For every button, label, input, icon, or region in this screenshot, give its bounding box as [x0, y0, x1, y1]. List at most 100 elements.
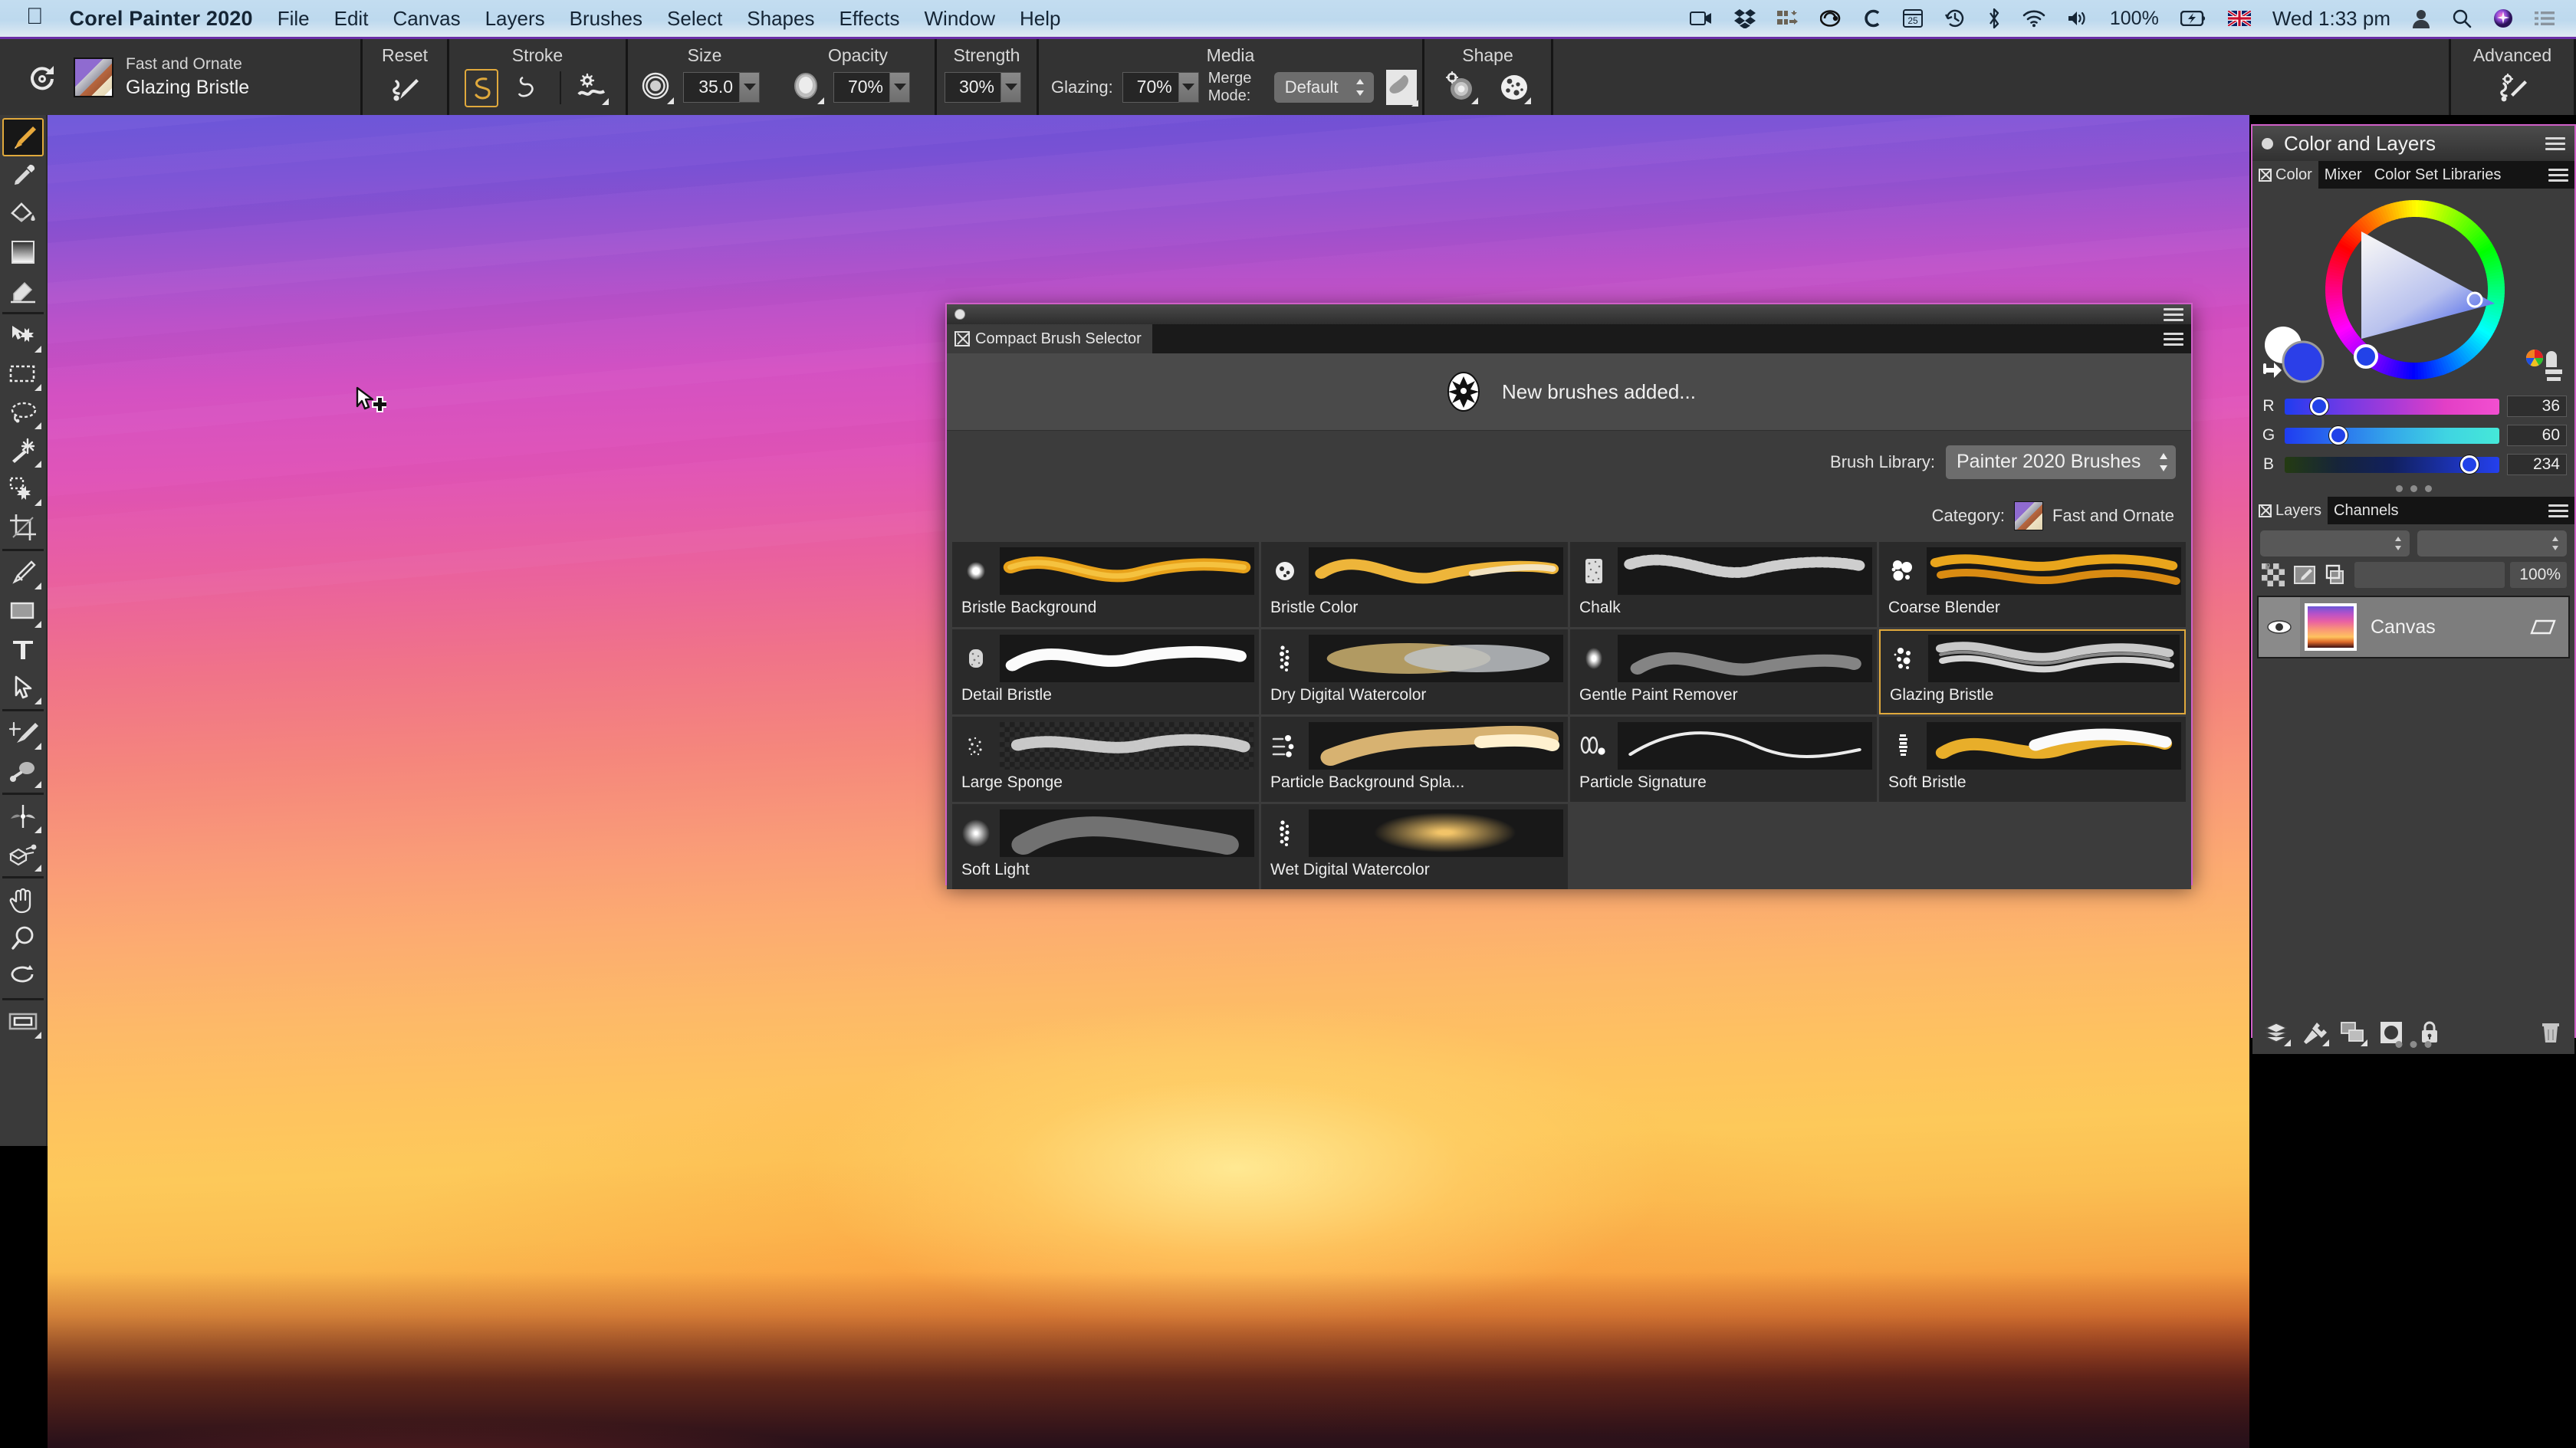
screen-mode-tool[interactable] — [2, 1003, 44, 1041]
brush-item-large-sponge[interactable]: Large Sponge — [952, 717, 1259, 802]
app-name-menu[interactable]: Corel Painter 2020 — [70, 7, 253, 31]
panel-collapse-dot[interactable] — [2262, 137, 2273, 149]
brush-item-gentle-paint-remover[interactable]: Gentle Paint Remover — [1570, 629, 1877, 714]
color-panel-menu-icon[interactable] — [2548, 161, 2574, 189]
size-value-field[interactable]: 35.0 — [683, 71, 740, 103]
menubar-clock[interactable]: Wed 1:33 pm — [2272, 7, 2390, 31]
pen-tool[interactable] — [2, 553, 44, 592]
composite-depth-select[interactable] — [2417, 530, 2567, 557]
r-slider-knob[interactable] — [2309, 397, 2328, 415]
pick-up-underlying-color-icon[interactable] — [2292, 562, 2318, 588]
menu-item-canvas[interactable]: Canvas — [393, 7, 460, 31]
control-center-icon[interactable] — [2535, 11, 2555, 26]
divine-proportion-tool[interactable] — [2, 836, 44, 874]
menu-item-shapes[interactable]: Shapes — [747, 7, 814, 31]
rectangular-shape-tool[interactable] — [2, 592, 44, 630]
media-swatch-icon[interactable] — [1383, 67, 1420, 108]
category-thumbnail[interactable] — [2014, 501, 2044, 530]
r-value[interactable]: 36 — [2507, 396, 2567, 417]
dialog-menu-icon[interactable] — [2164, 307, 2183, 321]
brush-item-soft-bristle[interactable]: Soft Bristle — [1879, 717, 2186, 802]
strength-dropdown-button[interactable] — [1001, 71, 1021, 103]
brush-item-chalk[interactable]: Chalk — [1570, 542, 1877, 627]
dropbox-icon[interactable] — [1733, 8, 1756, 28]
paint-bucket-tool[interactable] — [2, 195, 44, 233]
layer-opacity-value[interactable]: 100% — [2510, 562, 2567, 588]
user-account-icon[interactable] — [2412, 8, 2430, 28]
panel-titlebar[interactable]: Color and Layers — [2252, 126, 2574, 161]
union-jack-flag-icon[interactable] — [2227, 11, 2251, 26]
time-machine-icon[interactable] — [1944, 8, 1966, 28]
tab-mixer[interactable]: Mixer — [2318, 161, 2368, 189]
glazing-value-field[interactable]: 70% — [1122, 71, 1179, 103]
opacity-value-field[interactable]: 70% — [833, 71, 890, 103]
new-layer-icon[interactable] — [2263, 1020, 2291, 1046]
color-panel-resize-grip[interactable] — [2252, 481, 2574, 497]
r-slider[interactable] — [2285, 397, 2499, 415]
layers-panel-resize-grip[interactable] — [2395, 1037, 2432, 1052]
brush-item-detail-bristle[interactable]: Detail Bristle — [952, 629, 1259, 714]
dialog-panel-menu-icon[interactable] — [2164, 332, 2183, 346]
layer-list-empty-area[interactable] — [2252, 658, 2574, 1011]
color-and-layers-panel[interactable]: Color and Layers Color Mixer Color Set L… — [2251, 124, 2576, 1054]
preserve-transparency-icon[interactable] — [2323, 562, 2349, 588]
brush-item-bristle-color[interactable]: Bristle Color — [1261, 542, 1568, 627]
reset-section[interactable]: Reset — [363, 39, 447, 115]
transfer-icon[interactable] — [1776, 10, 1799, 27]
wifi-icon[interactable] — [2022, 9, 2045, 28]
dab-shape-icon[interactable] — [1443, 69, 1480, 106]
battery-charging-icon[interactable] — [2180, 11, 2206, 26]
panel-menu-icon[interactable] — [2545, 136, 2565, 150]
spotlight-search-icon[interactable] — [2452, 8, 2472, 28]
menu-item-window[interactable]: Window — [925, 7, 995, 31]
straight-line-stroke-icon[interactable] — [511, 70, 547, 107]
menu-item-effects[interactable]: Effects — [839, 7, 899, 31]
lasso-selection-tool[interactable] — [2, 393, 44, 432]
text-tool[interactable] — [2, 630, 44, 668]
close-icon[interactable] — [2259, 168, 2272, 182]
category-value[interactable]: Fast and Ornate — [2052, 506, 2174, 526]
siri-icon[interactable] — [2493, 8, 2513, 28]
freehand-stroke-icon[interactable] — [465, 68, 498, 107]
eraser-tool[interactable] — [2, 271, 44, 310]
brush-item-dry-digital-watercolor[interactable]: Dry Digital Watercolor — [1261, 629, 1568, 714]
color-wheel[interactable] — [2252, 189, 2574, 394]
b-slider[interactable] — [2285, 455, 2499, 474]
c-letter-icon[interactable] — [1863, 8, 1881, 28]
strength-value-field[interactable]: 30% — [945, 71, 1001, 103]
tab-compact-brush-selector[interactable]: Compact Brush Selector — [947, 324, 1152, 353]
brush-selector-section[interactable]: Fast and Ornate Glazing Bristle — [0, 39, 360, 115]
menu-item-select[interactable]: Select — [667, 7, 722, 31]
brush-item-soft-light[interactable]: Soft Light — [952, 804, 1259, 889]
screen-recording-icon[interactable] — [1689, 10, 1713, 27]
layers-panel-menu-icon[interactable] — [2548, 497, 2574, 524]
shape-selection-tool[interactable] — [2, 668, 44, 707]
crop-tool[interactable] — [2, 508, 44, 547]
tab-layers[interactable]: Layers — [2252, 497, 2328, 524]
close-icon[interactable] — [955, 331, 970, 346]
delete-layer-icon[interactable] — [2538, 1020, 2564, 1046]
dropper-tool[interactable] — [2, 156, 44, 195]
size-dropdown-button[interactable] — [740, 71, 760, 103]
cloner-brush-tool[interactable] — [2, 714, 44, 752]
bluetooth-icon[interactable] — [1987, 8, 2001, 29]
advanced-brush-icon[interactable] — [2494, 72, 2531, 109]
menu-item-help[interactable]: Help — [1020, 7, 1060, 31]
reset-arrow-icon[interactable] — [25, 60, 60, 95]
tab-channels[interactable]: Channels — [2328, 497, 2405, 524]
b-value[interactable]: 234 — [2507, 454, 2567, 475]
brush-library-select[interactable]: Painter 2020 Brushes — [1946, 445, 2176, 479]
grain-shape-icon[interactable] — [1496, 69, 1533, 106]
brush-item-wet-digital-watercolor[interactable]: Wet Digital Watercolor — [1261, 804, 1568, 889]
mirror-painting-tool[interactable] — [2, 752, 44, 790]
composite-method-select[interactable] — [2260, 530, 2410, 557]
close-icon[interactable] — [2259, 504, 2272, 517]
reset-brush-icon[interactable] — [386, 72, 423, 109]
g-value[interactable]: 60 — [2507, 425, 2567, 446]
brush-item-glazing-bristle[interactable]: Glazing Bristle — [1879, 629, 2186, 714]
compact-brush-selector-dialog[interactable]: Compact Brush Selector New brushes added… — [945, 303, 2193, 889]
opacity-dropdown-button[interactable] — [890, 71, 910, 103]
lock-transparency-icon[interactable] — [2260, 562, 2286, 588]
magic-wand-tool[interactable] — [2, 432, 44, 470]
magnifier-tool[interactable] — [2, 919, 44, 957]
